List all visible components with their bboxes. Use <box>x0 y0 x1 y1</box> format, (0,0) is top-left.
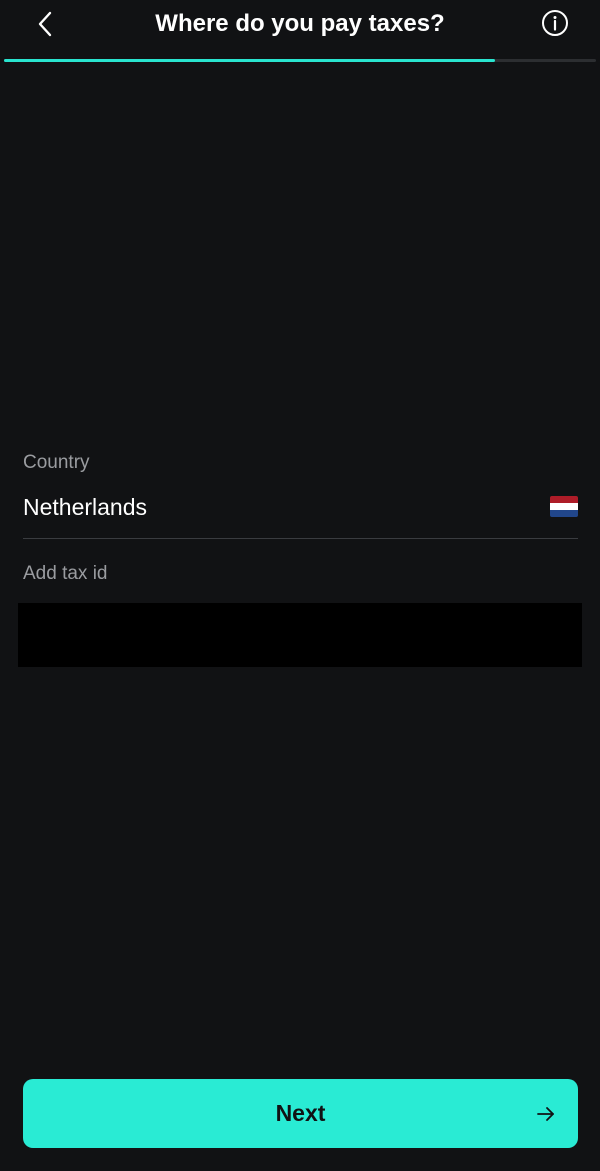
header: Where do you pay taxes? <box>0 0 600 60</box>
country-label: Country <box>23 452 90 473</box>
next-button-label: Next <box>275 1100 326 1126</box>
flag-stripe-white <box>550 503 578 510</box>
tax-id-input[interactable] <box>18 603 582 667</box>
progress-bar <box>4 59 596 62</box>
country-divider <box>23 538 578 539</box>
info-circle-icon <box>542 10 568 36</box>
tax-id-label: Add tax id <box>23 563 108 584</box>
netherlands-flag-icon <box>550 496 578 517</box>
info-button[interactable] <box>536 4 574 42</box>
arrow-right-icon <box>537 1107 554 1121</box>
next-button[interactable]: Next <box>23 1079 578 1148</box>
progress-bar-fill <box>4 59 496 62</box>
country-select[interactable]: Netherlands <box>23 492 578 524</box>
flag-stripe-blue <box>550 510 578 517</box>
flag-stripe-red <box>550 496 578 503</box>
page-title: Where do you pay taxes? <box>155 10 445 37</box>
country-value: Netherlands <box>23 494 148 520</box>
